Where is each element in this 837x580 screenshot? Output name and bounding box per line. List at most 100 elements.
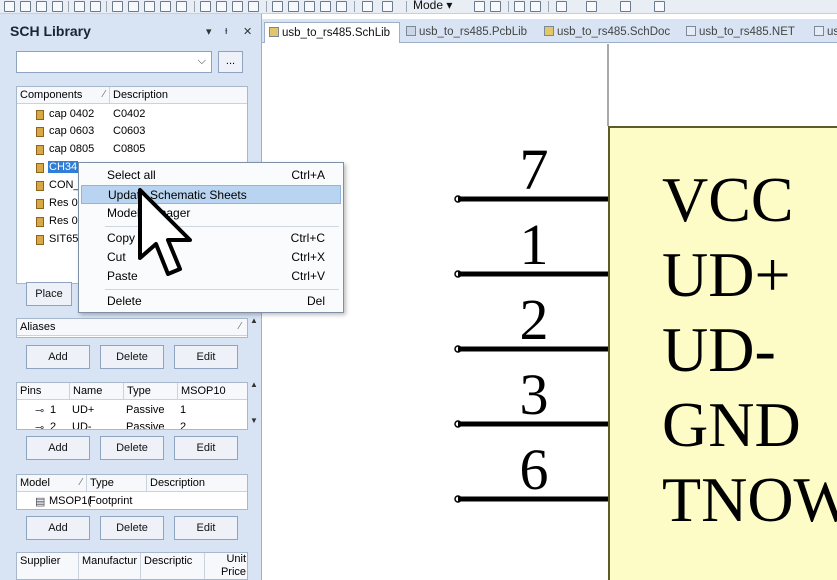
pin-icon[interactable]: ᵻ — [225, 25, 227, 37]
copy-icon[interactable] — [216, 1, 227, 12]
filter-browse-button[interactable]: ... — [218, 51, 243, 73]
folder-icon[interactable] — [128, 1, 139, 12]
menu-item-copy[interactable]: Copy Ctrl+C — [81, 229, 341, 248]
menu-item-select-all[interactable]: Select all Ctrl+A — [81, 166, 341, 185]
model-add-button[interactable]: Add — [26, 516, 90, 540]
tab-pcblib[interactable]: usb_to_rs485.PcbLib — [402, 22, 538, 43]
schematic-canvas[interactable]: 7 VCC 1 UD+ 2 UD- 3 GND 6 TNOW — [262, 44, 837, 580]
open-file-icon[interactable] — [20, 1, 31, 12]
paste-icon[interactable] — [232, 1, 243, 12]
undo-icon[interactable] — [362, 1, 373, 12]
panel-menu-icon[interactable]: ▾ — [206, 25, 212, 38]
pins-layer[interactable]: 7 VCC 1 UD+ 2 UD- 3 GND 6 TNOW — [262, 44, 837, 580]
pins-delete-button[interactable]: Delete — [100, 436, 164, 460]
pin-number: 1 — [520, 212, 549, 277]
menu-item-update-schematic-sheets[interactable]: Update Schematic Sheets — [81, 185, 341, 204]
sort-icon: ⁄ — [103, 89, 105, 100]
model-description-column-header[interactable]: Description — [147, 475, 247, 492]
supplier-column-header[interactable]: Supplier — [17, 553, 79, 579]
aliases-delete-button[interactable]: Delete — [100, 345, 164, 369]
pins-add-button[interactable]: Add — [26, 436, 90, 460]
document-icon[interactable] — [144, 1, 155, 12]
scroll-up-icon[interactable]: ▲ — [248, 316, 260, 325]
mode-dropdown[interactable]: Mode ▾ — [413, 0, 452, 12]
tab-more[interactable]: usl — [810, 22, 837, 43]
pin-name-column-header[interactable]: Name — [70, 383, 124, 400]
clear-icon[interactable] — [248, 1, 259, 12]
list-item[interactable]: cap 0805 C0805 — [17, 142, 247, 159]
pin-name: TNOW — [662, 464, 837, 535]
scroll-up-icon[interactable]: ▲ — [248, 380, 260, 389]
align-icon[interactable] — [304, 1, 315, 12]
layers-icon[interactable] — [112, 1, 123, 12]
pins-column-header[interactable]: Pins — [17, 383, 70, 400]
component-icon — [36, 217, 44, 227]
add-icon[interactable] — [474, 1, 485, 12]
model-delete-button[interactable]: Delete — [100, 516, 164, 540]
move-icon[interactable] — [288, 1, 299, 12]
redo-icon[interactable] — [382, 1, 393, 12]
components-column-header[interactable]: Components ⁄ — [17, 87, 110, 104]
menu-item-paste[interactable]: Paste Ctrl+V — [81, 267, 341, 286]
schlib-file-icon — [269, 27, 279, 37]
new-file-icon[interactable] — [4, 1, 15, 12]
save-all-icon[interactable] — [52, 1, 63, 12]
sort-icon: ⁄ — [80, 477, 82, 488]
supplier-description-column-header[interactable]: Descriptic — [141, 553, 205, 579]
table-row[interactable]: ⊸ 2 UD- Passive 2 — [17, 420, 247, 429]
menu-item-delete[interactable]: Delete Del — [81, 292, 341, 311]
properties-icon[interactable] — [654, 1, 665, 12]
select-icon[interactable] — [272, 1, 283, 12]
component-icon — [36, 110, 44, 120]
grid-icon[interactable] — [620, 1, 631, 12]
scroll-down-icon[interactable]: ▼ — [248, 416, 260, 425]
model-edit-button[interactable]: Edit — [174, 516, 238, 540]
manufacturer-column-header[interactable]: Manufactur — [79, 553, 141, 579]
preview-icon[interactable] — [90, 1, 101, 12]
aliases-column-header[interactable]: Aliases ⁄ — [17, 319, 247, 336]
description-column-header[interactable]: Description — [110, 87, 247, 104]
supplier-list[interactable]: Supplier Manufactur Descriptic Unit Pric… — [16, 552, 248, 580]
place-button[interactable]: Place — [26, 282, 72, 306]
close-icon[interactable]: ✕ — [243, 25, 252, 38]
aliases-list[interactable]: Aliases ⁄ — [16, 318, 248, 338]
aliases-add-button[interactable]: Add — [26, 345, 90, 369]
component-icon[interactable] — [556, 1, 567, 12]
model-column-header[interactable]: Model ⁄ — [17, 475, 87, 492]
schdoc-file-icon — [544, 26, 554, 36]
menu-item-model-manager[interactable]: Model Manager — [81, 204, 341, 223]
aliases-edit-button[interactable]: Edit — [174, 345, 238, 369]
print-icon[interactable] — [74, 1, 85, 12]
table-row[interactable]: ⊸ 1 UD+ Passive 1 — [17, 403, 247, 420]
save-icon[interactable] — [36, 1, 47, 12]
remove-icon[interactable] — [490, 1, 501, 12]
tab-schlib[interactable]: usb_to_rs485.SchLib — [264, 22, 400, 43]
cross-icon[interactable] — [336, 1, 347, 12]
pin-number: 2 — [520, 287, 549, 352]
list-item[interactable]: cap 0402 C0402 — [17, 107, 247, 124]
pins-edit-button[interactable]: Edit — [174, 436, 238, 460]
filter-combobox[interactable]: ⌵ — [16, 51, 212, 73]
msop10-column-header[interactable]: MSOP10 — [178, 383, 247, 400]
menu-item-cut[interactable]: Cut Ctrl+X — [81, 248, 341, 267]
unit-price-column-header[interactable]: Unit Price — [205, 553, 247, 579]
model-list[interactable]: Model ⁄ Type Description ▤ MSOP1( Footpr… — [16, 474, 248, 510]
prev-icon[interactable] — [514, 1, 525, 12]
pin-number: 3 — [520, 362, 549, 427]
drawing-tools-icon[interactable] — [586, 1, 597, 12]
chevron-down-icon[interactable]: ⌵ — [198, 55, 206, 68]
tab-schdoc[interactable]: usb_to_rs485.SchDoc — [540, 22, 680, 43]
next-icon[interactable] — [530, 1, 541, 12]
zoom-out-icon[interactable] — [176, 1, 187, 12]
zoom-in-icon[interactable] — [160, 1, 171, 12]
component-icon — [36, 127, 44, 137]
panel-header: SCH Library ▾ ᵻ ✕ — [0, 20, 262, 42]
pins-list[interactable]: Pins Name Type MSOP10 ⊸ 1 UD+ Passive 1 … — [16, 382, 248, 430]
cut-icon[interactable] — [200, 1, 211, 12]
deselect-icon[interactable] — [320, 1, 331, 12]
table-row[interactable]: ▤ MSOP1( Footprint — [17, 494, 247, 509]
pin-type-column-header[interactable]: Type — [124, 383, 178, 400]
list-item[interactable]: cap 0603 C0603 — [17, 124, 247, 141]
model-type-column-header[interactable]: Type — [87, 475, 147, 492]
tab-net[interactable]: usb_to_rs485.NET — [682, 22, 808, 43]
